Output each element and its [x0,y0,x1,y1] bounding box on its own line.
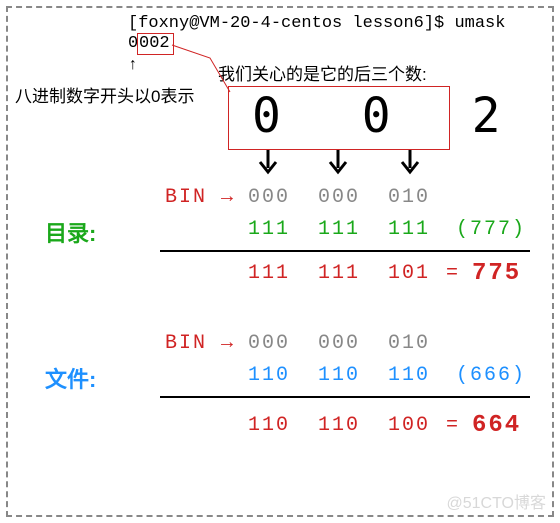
bin2-b: 000 [318,332,360,355]
file-result: 664 [472,412,521,439]
dir-c: 111 [388,218,430,241]
file-result-c: 100 [388,414,430,437]
dir-divider [160,250,530,252]
file-eq: = [446,414,460,437]
arrow-down-icon [326,150,350,180]
bin2-a: 000 [248,332,290,355]
watermark: @51CTO博客 [446,489,546,513]
dir-result-a: 111 [248,262,290,285]
file-label: 文件: [45,362,96,394]
dir-result-c: 101 [388,262,430,285]
file-divider [160,396,530,398]
big-digits: 0 0 2 [252,88,527,144]
dir-paren: (777) [456,218,526,241]
dir-a: 111 [248,218,290,241]
bin-label: BIN → [165,186,235,209]
dir-result-b: 111 [318,262,360,285]
bin-label-2: BIN → [165,332,235,355]
bin2-c: 010 [388,332,430,355]
file-c: 110 [388,364,430,387]
dir-b: 111 [318,218,360,241]
file-result-a: 110 [248,414,290,437]
dir-eq: = [446,262,460,285]
bin1-c: 010 [388,186,430,209]
bin1-b: 000 [318,186,360,209]
dir-result: 775 [472,260,521,287]
file-a: 110 [248,364,290,387]
bin1-a: 000 [248,186,290,209]
dir-label: 目录: [45,216,96,248]
arrow-down-icon [256,150,280,180]
arrow-down-icon [398,150,422,180]
file-paren: (666) [456,364,526,387]
file-b: 110 [318,364,360,387]
file-result-b: 110 [318,414,360,437]
